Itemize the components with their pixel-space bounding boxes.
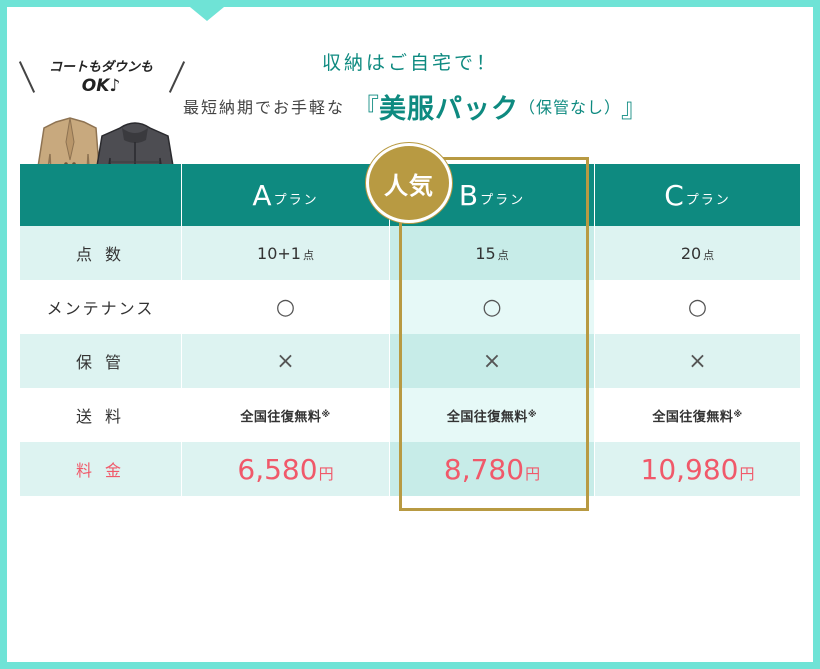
row-label-storage: 保 管 (75, 353, 126, 372)
price-unit: 円 (739, 464, 755, 483)
count-cell-c: 20 点 (595, 226, 800, 280)
count-value: 10+1 (257, 243, 301, 263)
storage-cross-icon: × (688, 348, 707, 374)
shipping-text: 全国往復無料 (652, 409, 734, 425)
row-label-price: 料 金 (75, 461, 126, 480)
tagline-prefix: 最短納期でお手軽な (183, 98, 346, 117)
price-amount: 6,580 (237, 452, 318, 486)
price-cell-a: 6,580 円 (182, 442, 389, 496)
shipping-note-mark: ※ (733, 410, 743, 420)
popular-badge: 人気 (366, 143, 452, 223)
product-name: 美服パック (379, 93, 520, 125)
bracket-open: 『 (353, 93, 380, 124)
plan-suffix: プラン (273, 192, 319, 208)
card-notch (190, 7, 224, 21)
maintenance-circle-icon: ○ (687, 294, 708, 320)
plan-letter: A (252, 178, 272, 212)
plan-letter: C (664, 178, 684, 212)
count-cell-a: 10+1 点 (182, 226, 389, 280)
product-tagline: 最短納期でお手軽な 『 美服パック （保管なし） 』 (183, 86, 647, 126)
promo-line1: コートもダウンも (48, 60, 153, 75)
product-note: （保管なし） (519, 98, 622, 117)
price-cell-c: 10,980 円 (595, 442, 800, 496)
shipping-cell-a: 全国往復無料 ※ (182, 388, 389, 442)
row-label-maintenance: メンテナンス (46, 299, 155, 318)
bracket-close: 』 (621, 93, 648, 124)
shipping-text: 全国往復無料 (240, 409, 322, 425)
count-value: 20 (680, 243, 702, 263)
count-unit: 点 (302, 249, 314, 262)
count-unit: 点 (703, 249, 715, 262)
plan-header-a: A プラン (182, 164, 389, 226)
row-label-count: 点 数 (75, 245, 126, 264)
plan-header-c: C プラン (595, 164, 800, 226)
storage-cross-icon: × (276, 348, 295, 374)
row-label-shipping: 送 料 (75, 407, 126, 426)
price-amount: 10,980 (640, 452, 739, 486)
price-unit: 円 (318, 464, 334, 483)
shipping-note-mark: ※ (321, 410, 331, 420)
promo-line2: OK♪ (81, 76, 121, 96)
plan-suffix: プラン (685, 192, 731, 208)
shipping-cell-c: 全国往復無料 ※ (595, 388, 800, 442)
maintenance-circle-icon: ○ (275, 294, 296, 320)
